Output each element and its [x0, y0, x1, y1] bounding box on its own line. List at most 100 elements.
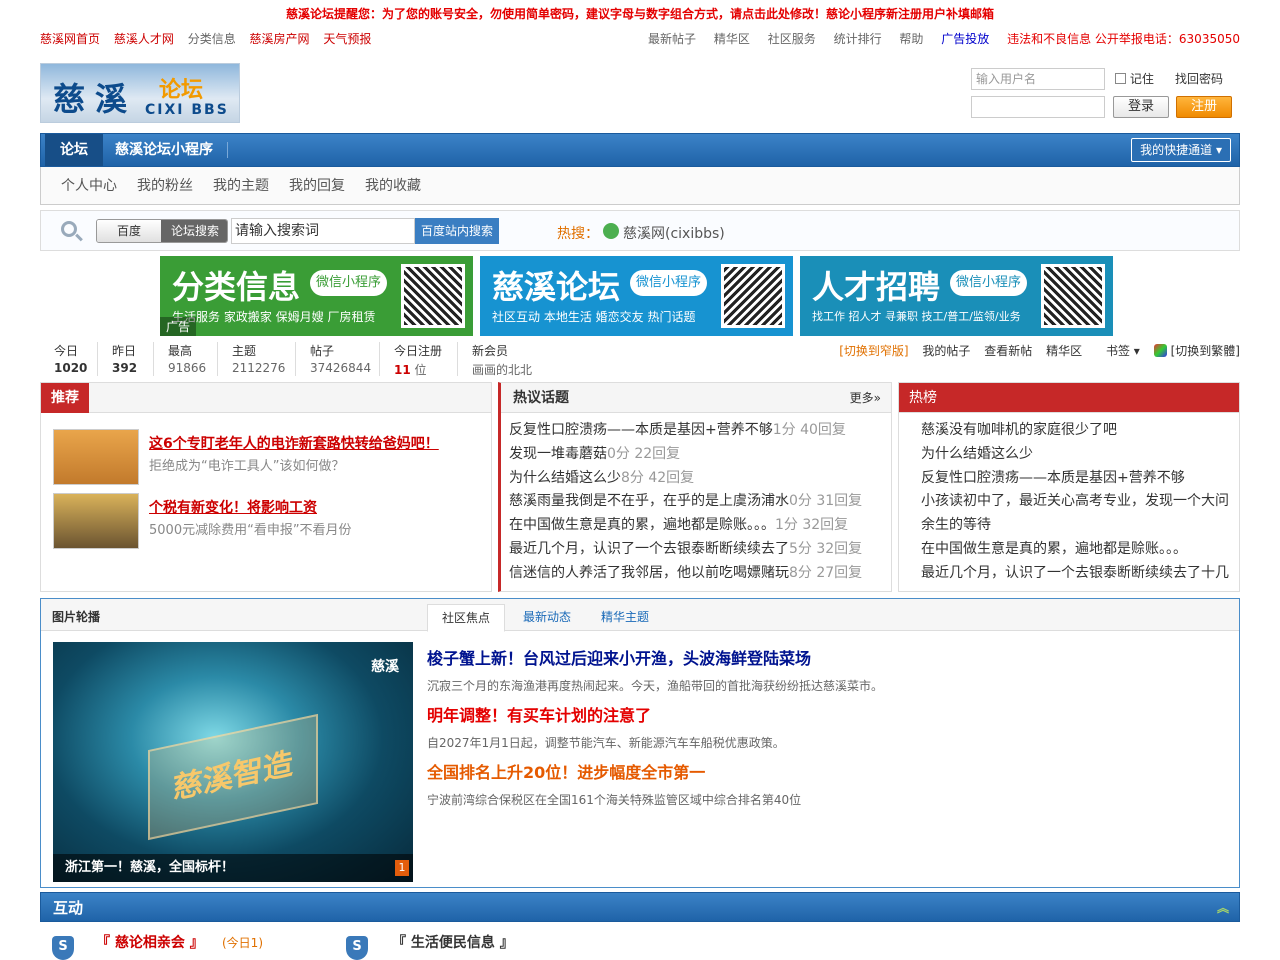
link-cixi-home[interactable]: 慈溪网首页 — [40, 32, 100, 46]
subnav-fans[interactable]: 我的粉丝 — [137, 167, 193, 205]
subnav-personal-center[interactable]: 个人中心 — [61, 167, 117, 205]
forum-name[interactable]: 『 慈论相亲会 』 — [96, 932, 204, 952]
remember-checkbox[interactable]: 记住 — [1115, 70, 1154, 87]
news-item[interactable]: 明年调整！有买车计划的注意了 自2027年1月1日起，调整节能汽车、新能源汽车车… — [427, 702, 785, 751]
recommend-title-link[interactable]: 个税有新变化！将影响工资 — [149, 497, 317, 517]
link-classifieds[interactable]: 分类信息 — [188, 32, 236, 46]
stat-threads: 主题 2112276 — [218, 342, 296, 376]
digest-link[interactable]: 精华区 — [1046, 344, 1082, 358]
carousel-image[interactable]: 慈溪 慈溪智造 浙江第一！慈溪，全国标杆！ 1 — [53, 642, 413, 882]
list-item[interactable]: 反复性口腔溃疡——本质是基因+营养不够 — [921, 467, 1231, 491]
stat-today: 今日 1020 — [40, 342, 98, 376]
thumbnail-image[interactable] — [53, 493, 139, 549]
list-item[interactable]: 反复性口腔溃疡——本质是基因+营养不够1分 40回复 — [509, 419, 883, 443]
hot-rank-list: 慈溪没有咖啡机的家庭很少了吧 为什么结婚这么少 反复性口腔溃疡——本质是基因+营… — [899, 413, 1239, 586]
news-headline[interactable]: 全国排名上升20位！进步幅度全市第一 — [427, 759, 801, 783]
link-digest[interactable]: 精华区 — [714, 32, 750, 46]
search-button[interactable]: 百度站内搜索 — [415, 218, 499, 244]
engine-forum[interactable]: 论坛搜索 — [161, 220, 227, 242]
tab-digest-threads[interactable]: 精华主题 — [587, 604, 663, 632]
tab-community-focus[interactable]: 社区焦点 — [427, 604, 506, 632]
hot-search-item[interactable]: 慈溪网(cixibbs) — [623, 223, 725, 243]
collapse-icon[interactable]: ︽ — [1217, 893, 1229, 923]
news-item[interactable]: 全国排名上升20位！进步幅度全市第一 宁波前湾综合保税区在全国161个海关特殊监… — [427, 759, 801, 808]
site-logo[interactable]: 慈溪 论坛 CIXI BBS — [40, 63, 240, 123]
search-input[interactable]: 请输入搜索词 — [231, 218, 415, 244]
banner-jobs[interactable]: 人才招聘 微信小程序 找工作 招人才 寻兼职 技工/普工/监领/业务 — [800, 256, 1113, 336]
interact-section-header[interactable]: 互动 ︽ — [40, 892, 1240, 922]
banner-pill: 微信小程序 — [310, 270, 388, 296]
link-report[interactable]: 违法和不良信息 公开举报电话：63035050 — [1007, 32, 1240, 46]
list-item[interactable]: 慈溪雨量我倒是不在乎，在乎的是上虞汤浦水0分 31回复 — [509, 490, 883, 514]
my-posts-link[interactable]: 我的帖子 — [922, 344, 970, 358]
news-headline[interactable]: 梭子蟹上新！台风过后迎来小开渔，头波海鲜登陆菜场 — [427, 645, 883, 669]
list-item[interactable]: 在中国做生意是真的累，遍地都是赊账。。。1分 32回复 — [509, 514, 883, 538]
link-cixi-jobs[interactable]: 慈溪人才网 — [114, 32, 174, 46]
stat-posts: 帖子 37426844 — [296, 342, 380, 376]
list-item[interactable]: 余生的等待 — [921, 514, 1231, 538]
image-carousel-section: 图片轮播 社区焦点 最新动态 精华主题 慈溪 慈溪智造 浙江第一！慈溪，全国标杆… — [40, 598, 1240, 888]
recommend-title-link[interactable]: 这6个专盯老年人的电诈新套路快转给爸妈吧！ — [149, 433, 439, 453]
news-summary: 沉寂三个月的东海渔港再度热闹起来。今天，渔船带回的首批海获纷纷抵达慈溪菜市。 — [427, 679, 884, 693]
switch-traditional-link[interactable]: [切换到繁體] — [1171, 344, 1240, 358]
link-ranking[interactable]: 统计排行 — [834, 32, 882, 46]
banner-forum[interactable]: 慈溪论坛 微信小程序 社区互动 本地生活 婚恋交友 热门话题 — [480, 256, 793, 336]
carousel-title: 图片轮播 — [52, 610, 101, 624]
logo-cn: 慈溪 — [53, 80, 138, 118]
banner-classifieds[interactable]: 分类信息 微信小程序 生活服务 家政搬家 保姆月嫂 厂房租赁 广告 — [160, 256, 473, 336]
engine-baidu[interactable]: 百度 — [97, 220, 161, 242]
link-ads[interactable]: 广告投放 — [941, 32, 989, 46]
security-notice[interactable]: 慈溪论坛提醒您：为了您的账号安全，勿使用简单密码，建议字母与数字组合方式，请点击… — [0, 0, 1280, 28]
subnav-my-threads[interactable]: 我的主题 — [213, 167, 269, 205]
switch-narrow-link[interactable]: [切换到窄版] — [839, 344, 908, 358]
tab-latest-updates[interactable]: 最新动态 — [509, 604, 585, 632]
link-weather[interactable]: 天气预报 — [323, 32, 371, 46]
subnav-favorites[interactable]: 我的收藏 — [365, 167, 421, 205]
quick-access-label: 我的快捷通道 — [1140, 143, 1213, 157]
subnav-my-replies[interactable]: 我的回复 — [289, 167, 345, 205]
login-button[interactable]: 登录 — [1113, 96, 1169, 118]
thumbnail-image[interactable] — [53, 429, 139, 485]
nav-divider — [227, 142, 228, 158]
qr-code-icon — [401, 264, 465, 328]
list-item[interactable]: 为什么结婚这么少 — [921, 443, 1231, 467]
banner-title: 分类信息 — [172, 268, 301, 306]
list-item[interactable]: 在中国做生意是真的累，遍地都是赊账。。。 — [921, 538, 1231, 562]
chevron-down-icon: ▾ — [1215, 143, 1222, 157]
quick-access-dropdown[interactable]: 我的快捷通道 ▾ — [1131, 138, 1231, 162]
banner-desc: 生活服务 家政搬家 保姆月嫂 厂房租赁 — [172, 310, 376, 324]
tab-forum[interactable]: 论坛 — [45, 134, 103, 166]
banner-pill: 微信小程序 — [950, 270, 1028, 296]
new-posts-link[interactable]: 查看新帖 — [984, 344, 1032, 358]
recommend-desc: 拒绝成为“电诈工具人”该如何做？ — [149, 459, 345, 474]
tab-miniprogram[interactable]: 慈溪论坛小程序 — [115, 134, 213, 166]
list-item[interactable]: 最近几个月，认识了一个去银泰断断续续去了十几 — [921, 562, 1231, 586]
list-item[interactable]: 为什么结婚这么少8分 42回复 — [509, 467, 883, 491]
carousel-caption[interactable]: 浙江第一！慈溪，全国标杆！ — [53, 854, 413, 882]
recommend-title: 推荐 — [41, 383, 89, 413]
link-services[interactable]: 社区服务 — [768, 32, 816, 46]
list-item[interactable]: 信迷信的人养活了我邻居，他以前吃喝嫖赌玩8分 27回复 — [509, 562, 883, 586]
stat-new-member[interactable]: 新会员 画画的北北 — [458, 342, 558, 377]
traditional-chinese-icon — [1153, 344, 1167, 357]
news-headline[interactable]: 明年调整！有买车计划的注意了 — [427, 702, 785, 726]
register-button[interactable]: 注册 — [1176, 96, 1232, 118]
carousel-index[interactable]: 1 — [395, 860, 409, 876]
main-nav: 论坛 慈溪论坛小程序 我的快捷通道 ▾ — [40, 133, 1240, 167]
password-input[interactable] — [971, 96, 1105, 118]
list-item[interactable]: 慈溪没有咖啡机的家庭很少了吧 — [921, 419, 1231, 443]
bookmark-dropdown[interactable]: 书签 ▾ — [1096, 344, 1140, 358]
hot-rank-title: 热榜 — [899, 383, 1239, 413]
more-link[interactable]: 更多» — [850, 383, 881, 413]
list-item[interactable]: 发现一堆毒蘑菇0分 22回复 — [509, 443, 883, 467]
link-house[interactable]: 慈溪房产网 — [250, 32, 310, 46]
list-item[interactable]: 小孩读初中了，最近关心高考专业，发现一个大问 — [921, 490, 1231, 514]
find-password-link[interactable]: 找回密码 — [1175, 70, 1223, 87]
logo-sub: 论坛 — [159, 77, 204, 103]
list-item[interactable]: 最近几个月，认识了一个去银泰断断续续去了5分 32回复 — [509, 538, 883, 562]
news-item[interactable]: 梭子蟹上新！台风过后迎来小开渔，头波海鲜登陆菜场 沉寂三个月的东海渔港再度热闹起… — [427, 645, 883, 694]
username-input[interactable]: 输入用户名 — [971, 68, 1105, 90]
link-latest-posts[interactable]: 最新帖子 — [648, 32, 696, 46]
forum-name[interactable]: 『 生活便民信息 』 — [392, 932, 514, 952]
link-help[interactable]: 帮助 — [899, 32, 923, 46]
